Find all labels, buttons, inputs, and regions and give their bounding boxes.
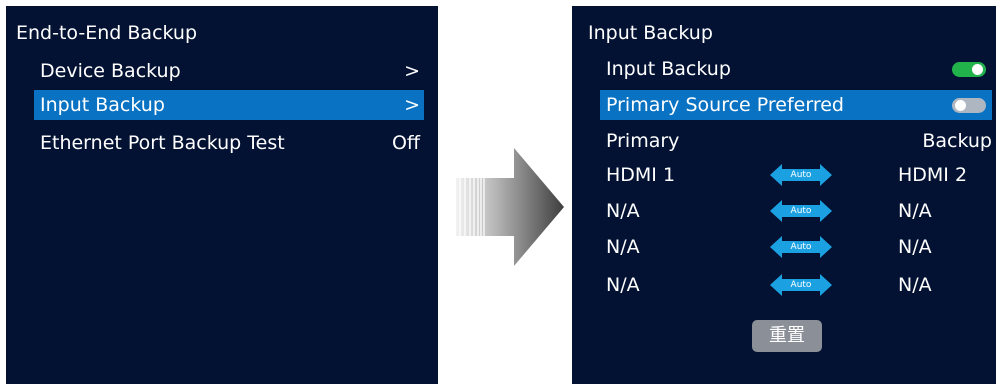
auto-mode-label: Auto	[790, 206, 812, 216]
toggle-knob	[972, 64, 983, 75]
backup-pair-row[interactable]: N/A Auto N/A	[606, 196, 992, 226]
primary-source: HDMI 1	[606, 164, 676, 186]
backup-header: Backup	[922, 130, 992, 152]
screen-title: Input Backup	[588, 22, 713, 44]
primary-source-preferred-label: Primary Source Preferred	[606, 94, 844, 116]
toggle-switch-off[interactable]	[952, 98, 986, 113]
screen-title: End-to-End Backup	[16, 22, 198, 44]
input-backup-toggle-row[interactable]: Input Backup	[600, 54, 992, 84]
backup-pair-row[interactable]: HDMI 1 Auto HDMI 2	[606, 160, 992, 190]
column-headers: Primary Backup	[606, 126, 992, 156]
menu-item-device-backup[interactable]: Device Backup >	[34, 56, 424, 86]
backup-source: N/A	[898, 200, 932, 222]
menu-item-value: Off	[391, 132, 420, 154]
backup-source: HDMI 2	[898, 164, 968, 186]
end-to-end-backup-screen: End-to-End Backup Device Backup > Input …	[6, 6, 438, 384]
menu-item-label: Device Backup	[40, 60, 181, 82]
menu-item-ethernet-port-backup-test[interactable]: Ethernet Port Backup Test Off	[34, 128, 424, 158]
primary-source: N/A	[606, 236, 640, 258]
menu-item-input-backup[interactable]: Input Backup >	[34, 90, 424, 120]
menu-item-label: Ethernet Port Backup Test	[40, 132, 285, 154]
toggle-switch-on[interactable]	[952, 62, 986, 77]
auto-mode-label: Auto	[790, 280, 812, 290]
backup-pair-row[interactable]: N/A Auto N/A	[606, 270, 992, 300]
primary-source: N/A	[606, 274, 640, 296]
input-backup-label: Input Backup	[606, 58, 731, 80]
backup-pair-row[interactable]: N/A Auto N/A	[606, 232, 992, 262]
auto-mode-label: Auto	[790, 242, 812, 252]
menu-item-label: Input Backup	[40, 94, 165, 116]
right-arrow-icon	[456, 148, 564, 266]
toggle-knob	[955, 100, 966, 111]
chevron-right-icon: >	[404, 94, 420, 116]
primary-source-preferred-row[interactable]: Primary Source Preferred	[600, 90, 992, 120]
backup-source: N/A	[898, 274, 932, 296]
backup-source: N/A	[898, 236, 932, 258]
reset-button[interactable]: 重置	[752, 320, 822, 352]
input-backup-screen: Input Backup Input Backup Primary Source…	[572, 6, 996, 384]
primary-header: Primary	[606, 130, 680, 152]
auto-mode-label: Auto	[790, 170, 812, 180]
chevron-right-icon: >	[404, 60, 420, 82]
primary-source: N/A	[606, 200, 640, 222]
